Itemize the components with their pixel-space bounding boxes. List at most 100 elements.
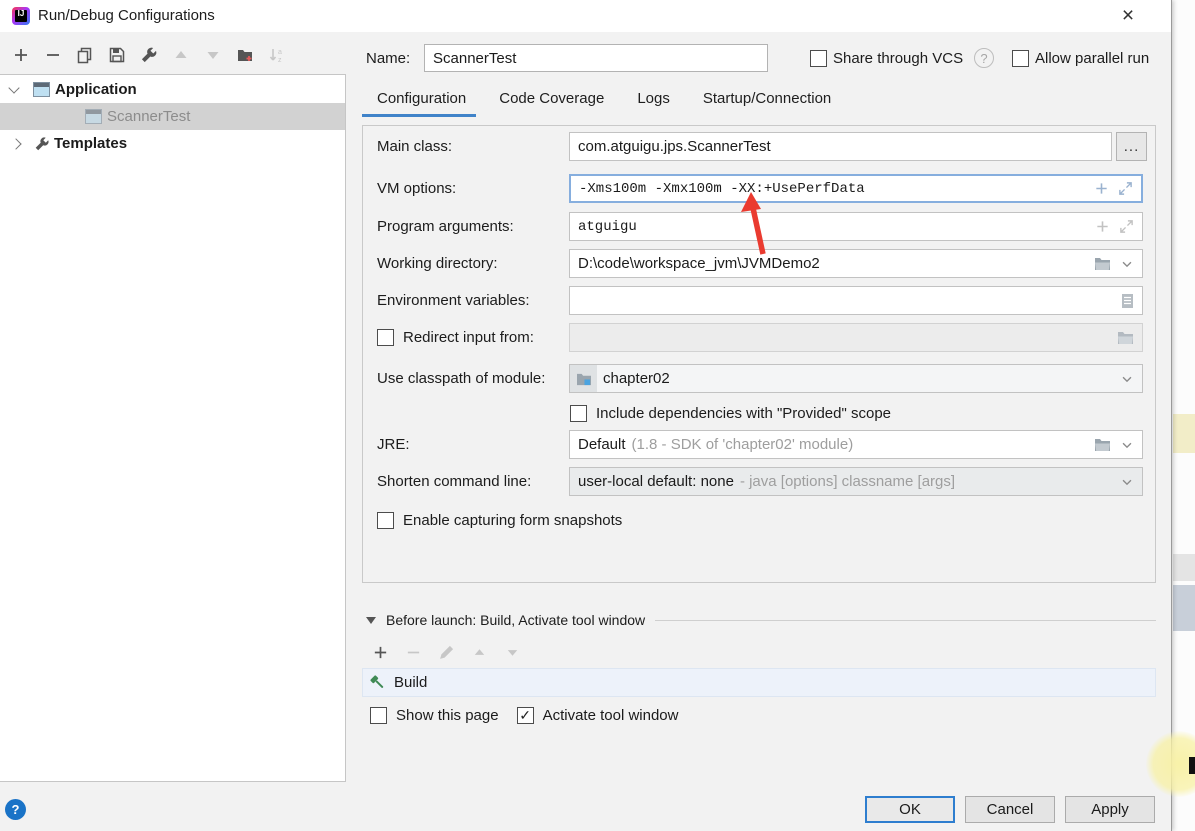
chevron-right-icon[interactable] — [10, 137, 22, 150]
add-macro-icon[interactable] — [1095, 219, 1110, 234]
activate-tool-window-checkbox[interactable]: ✓ — [516, 707, 534, 724]
name-input[interactable] — [424, 44, 768, 72]
tree-item-application[interactable]: Application — [0, 76, 345, 103]
application-icon — [33, 82, 50, 97]
before-launch-toolbar — [371, 643, 521, 661]
close-icon[interactable]: × — [1105, 0, 1151, 31]
task-label: Build — [394, 674, 428, 691]
show-this-page-checkbox[interactable] — [370, 707, 387, 724]
redirect-input-label: Redirect input from: — [403, 329, 534, 346]
enable-capturing-checkbox[interactable] — [377, 512, 394, 529]
tab-configuration[interactable]: Configuration — [377, 90, 466, 107]
edit-task-pencil-icon[interactable] — [437, 643, 455, 661]
use-classpath-dropdown[interactable]: chapter02 — [569, 364, 1143, 393]
main-class-field[interactable]: com.atguigu.jps.ScannerTest — [569, 132, 1112, 161]
program-arguments-label: Program arguments: — [377, 218, 514, 235]
background-window-strip — [1173, 0, 1195, 831]
cursor-fragment — [1189, 757, 1195, 774]
build-hammer-icon — [369, 674, 386, 691]
browse-variables-icon[interactable] — [1121, 293, 1134, 309]
show-this-page-label: Show this page — [396, 707, 499, 724]
tab-startup-connection[interactable]: Startup/Connection — [703, 90, 831, 107]
vm-options-label: VM options: — [377, 180, 457, 197]
folder-icon[interactable] — [1094, 256, 1111, 271]
allow-parallel-run-checkbox[interactable] — [1012, 50, 1029, 67]
help-button[interactable]: ? — [5, 799, 26, 820]
folder-icon — [1118, 332, 1133, 344]
program-arguments-field[interactable]: atguigu — [569, 212, 1143, 241]
move-task-down-icon[interactable] — [503, 643, 521, 661]
before-launch-task-build[interactable]: Build — [362, 668, 1156, 697]
shorten-command-line-dropdown[interactable]: user-local default: none - java [options… — [569, 467, 1143, 496]
share-vcs-checkbox[interactable] — [810, 50, 827, 67]
tree-item-label: Application — [55, 81, 137, 98]
svg-text:a: a — [278, 49, 282, 56]
chevron-down-icon[interactable] — [8, 82, 20, 94]
sort-configurations-icon[interactable]: az — [268, 46, 286, 64]
module-icon — [570, 365, 597, 392]
apply-button[interactable]: Apply — [1065, 796, 1155, 823]
move-up-icon[interactable] — [172, 46, 190, 64]
enable-capturing-label: Enable capturing form snapshots — [403, 512, 623, 529]
remove-task-icon[interactable] — [404, 643, 422, 661]
chevron-down-icon[interactable] — [1120, 257, 1134, 271]
working-directory-field[interactable]: D:\code\workspace_jvm\JVMDemo2 — [569, 249, 1143, 278]
new-folder-icon[interactable] — [236, 46, 254, 64]
section-divider — [655, 619, 1156, 621]
chevron-down-icon[interactable] — [1120, 372, 1134, 386]
activate-tool-window-label: Activate tool window — [542, 707, 679, 724]
window-title: Run/Debug Configurations — [38, 7, 215, 24]
collapse-triangle-icon[interactable] — [366, 616, 376, 624]
chevron-down-icon[interactable] — [1120, 475, 1134, 489]
tree-item-label: Templates — [54, 135, 128, 152]
redirect-input-checkbox[interactable] — [377, 329, 394, 346]
tab-bar: Configuration Code Coverage Logs Startup… — [377, 90, 831, 107]
vcs-help-icon[interactable]: ? — [974, 48, 994, 68]
before-launch-title: Before launch: Build, Activate tool wind… — [386, 612, 646, 628]
configurations-tree: Application ScannerTest Templates — [0, 74, 346, 782]
tab-code-coverage[interactable]: Code Coverage — [499, 90, 604, 107]
environment-variables-field[interactable] — [569, 286, 1143, 315]
main-class-label: Main class: — [377, 138, 453, 155]
templates-wrench-icon — [34, 136, 50, 152]
working-directory-label: Working directory: — [377, 255, 498, 272]
jre-dropdown[interactable]: Default (1.8 - SDK of 'chapter02' module… — [569, 430, 1143, 459]
before-launch-options: Show this page ✓ Activate tool window — [370, 707, 678, 724]
share-vcs-label: Share through VCS — [833, 50, 964, 67]
background-yellow-block — [1173, 414, 1195, 453]
background-blue-block — [1173, 585, 1195, 631]
jre-label: JRE: — [377, 436, 410, 453]
move-task-up-icon[interactable] — [470, 643, 488, 661]
name-label: Name: — [366, 50, 411, 67]
tree-item-scannertest[interactable]: ScannerTest — [0, 103, 345, 130]
tab-logs[interactable]: Logs — [637, 90, 670, 107]
save-configuration-icon[interactable] — [108, 46, 126, 64]
folder-icon[interactable] — [1094, 437, 1111, 452]
before-launch-header[interactable]: Before launch: Build, Activate tool wind… — [366, 612, 1156, 628]
cancel-button[interactable]: Cancel — [965, 796, 1055, 823]
include-provided-label: Include dependencies with "Provided" sco… — [596, 405, 892, 422]
chevron-down-icon[interactable] — [1120, 438, 1134, 452]
run-debug-configurations-dialog: IJ Run/Debug Configurations × az Applica — [0, 0, 1172, 831]
title-bar: IJ Run/Debug Configurations × — [0, 0, 1171, 32]
expand-field-icon[interactable] — [1119, 219, 1134, 234]
browse-main-class-button[interactable]: ... — [1116, 132, 1147, 161]
configurations-toolbar: az — [12, 46, 286, 64]
redirect-input-field — [569, 323, 1143, 352]
expand-field-icon[interactable] — [1118, 181, 1133, 196]
tree-item-templates[interactable]: Templates — [0, 130, 345, 157]
move-down-icon[interactable] — [204, 46, 222, 64]
vm-options-field[interactable]: -Xms100m -Xmx100m -XX:+UsePerfData — [569, 174, 1143, 203]
add-task-icon[interactable] — [371, 643, 389, 661]
annotation-arrow — [735, 190, 775, 260]
edit-templates-wrench-icon[interactable] — [140, 46, 158, 64]
remove-configuration-icon[interactable] — [44, 46, 62, 64]
add-configuration-icon[interactable] — [12, 46, 30, 64]
intellij-logo-icon: IJ — [12, 7, 30, 25]
ok-button[interactable]: OK — [865, 796, 955, 823]
shorten-command-line-label: Shorten command line: — [377, 473, 532, 490]
copy-configuration-icon[interactable] — [76, 46, 94, 64]
add-macro-icon[interactable] — [1094, 181, 1109, 196]
application-icon — [85, 109, 102, 124]
include-provided-checkbox[interactable] — [570, 405, 587, 422]
